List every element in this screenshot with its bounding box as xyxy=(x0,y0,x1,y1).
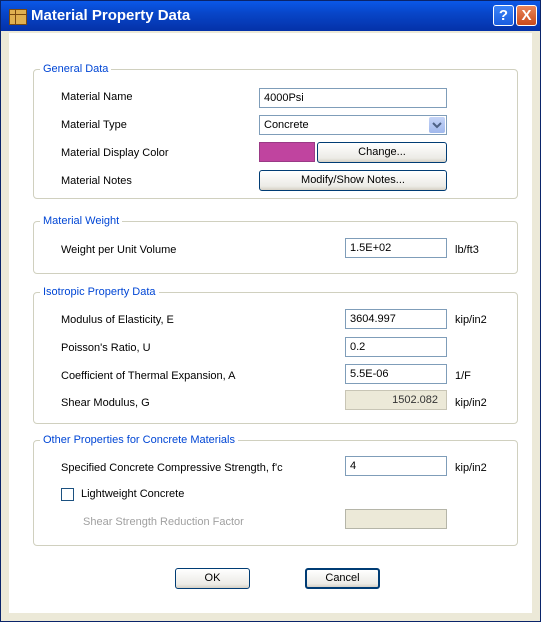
shear-reduction-input xyxy=(345,509,447,529)
poisson-label: Poisson's Ratio, U xyxy=(61,342,151,354)
app-grid-icon xyxy=(9,9,27,25)
modify-notes-button[interactable]: Modify/Show Notes... xyxy=(259,170,447,191)
concrete-properties-legend: Other Properties for Concrete Materials xyxy=(43,434,235,446)
dialog-title: Material Property Data xyxy=(31,7,191,24)
chevron-down-icon[interactable] xyxy=(429,117,445,133)
thermal-expansion-label: Coefficient of Thermal Expansion, A xyxy=(61,370,236,382)
display-color-label: Material Display Color xyxy=(61,147,169,159)
lightweight-checkbox[interactable] xyxy=(61,488,74,501)
dialog-body: General Data Material Name Material Type… xyxy=(9,33,532,613)
shear-modulus-unit: kip/in2 xyxy=(455,397,487,409)
material-type-select[interactable]: Concrete xyxy=(259,115,447,135)
weight-unit: lb/ft3 xyxy=(455,244,479,256)
thermal-expansion-input[interactable] xyxy=(345,364,447,384)
display-color-swatch xyxy=(259,142,315,162)
general-data-legend: General Data xyxy=(43,63,109,75)
weight-input[interactable] xyxy=(345,238,447,258)
weight-label: Weight per Unit Volume xyxy=(61,244,177,256)
material-notes-label: Material Notes xyxy=(61,175,132,187)
fc-unit: kip/in2 xyxy=(455,462,487,474)
material-weight-legend: Material Weight xyxy=(43,215,120,227)
cancel-button[interactable]: Cancel xyxy=(305,568,380,589)
material-name-label: Material Name xyxy=(61,91,133,103)
modulus-label: Modulus of Elasticity, E xyxy=(61,314,174,326)
shear-reduction-label: Shear Strength Reduction Factor xyxy=(83,516,244,528)
close-button[interactable]: X xyxy=(516,5,537,26)
isotropic-data-legend: Isotropic Property Data xyxy=(43,286,156,298)
material-type-label: Material Type xyxy=(61,119,127,131)
material-property-dialog: Material Property Data ? X General Data … xyxy=(0,0,541,622)
fc-input[interactable] xyxy=(345,456,447,476)
title-bar[interactable]: Material Property Data ? X xyxy=(1,1,540,31)
poisson-input[interactable] xyxy=(345,337,447,357)
shear-modulus-label: Shear Modulus, G xyxy=(61,397,150,409)
lightweight-label[interactable]: Lightweight Concrete xyxy=(81,488,184,500)
shear-modulus-value: 1502.082 xyxy=(345,390,447,410)
thermal-expansion-unit: 1/F xyxy=(455,370,471,382)
fc-label: Specified Concrete Compressive Strength,… xyxy=(61,462,283,474)
help-button[interactable]: ? xyxy=(493,5,514,26)
ok-button[interactable]: OK xyxy=(175,568,250,589)
material-name-input[interactable] xyxy=(259,88,447,108)
modulus-input[interactable] xyxy=(345,309,447,329)
material-type-value: Concrete xyxy=(264,119,309,131)
change-color-button[interactable]: Change... xyxy=(317,142,447,163)
modulus-unit: kip/in2 xyxy=(455,314,487,326)
